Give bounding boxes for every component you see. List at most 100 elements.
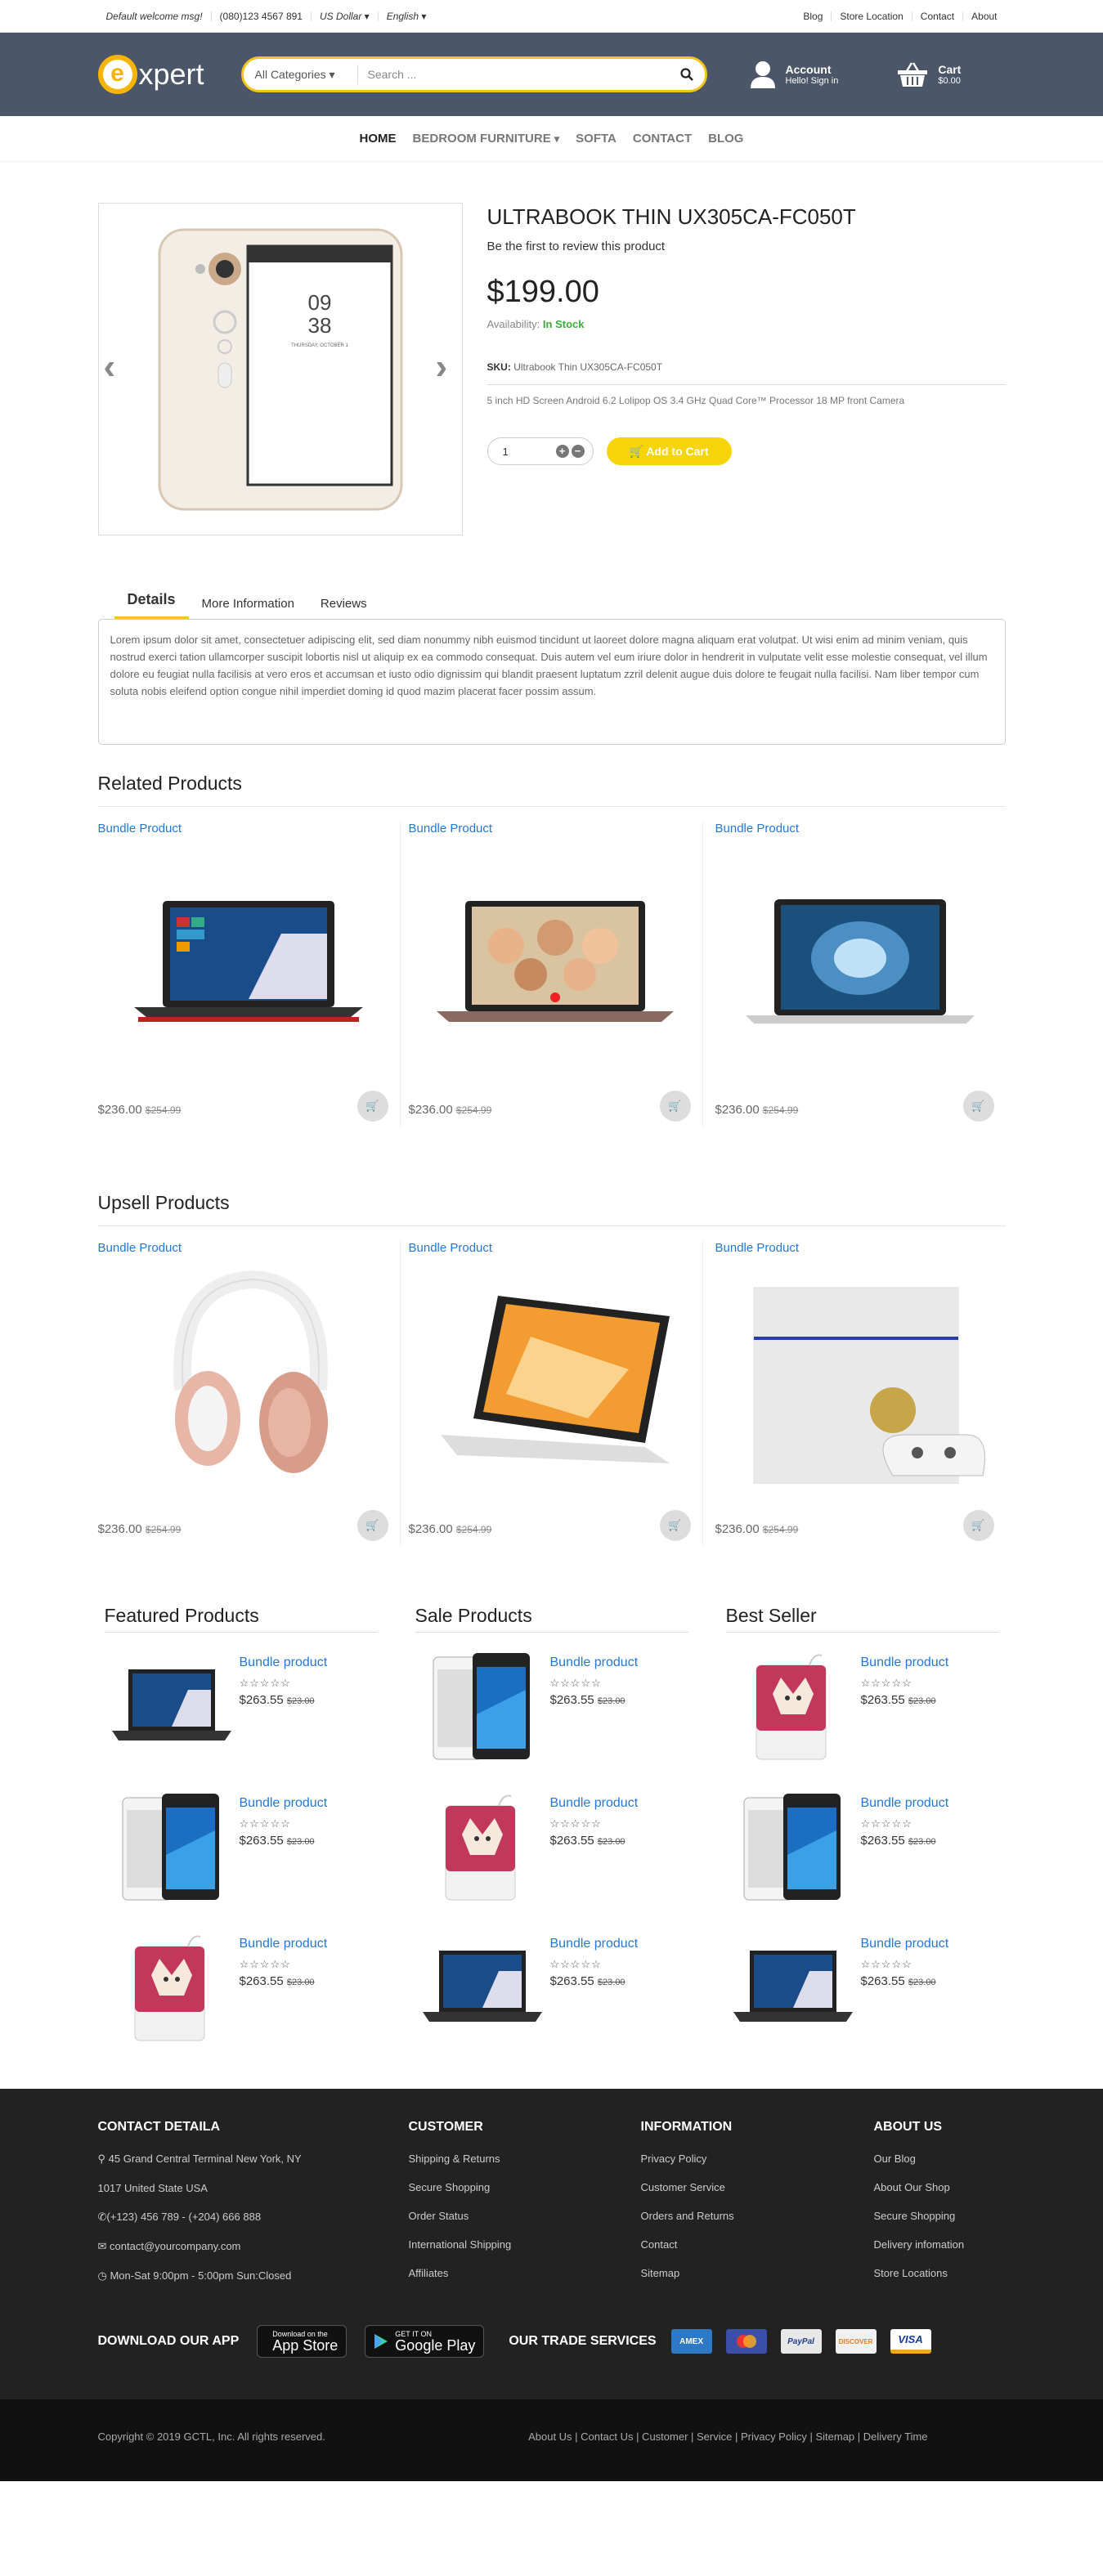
visa-icon: VISA [890,2329,931,2354]
gallery-next-arrow[interactable]: › [436,349,460,385]
bottom-links[interactable]: About Us | Contact Us | Customer | Servi… [528,2430,927,2443]
tab-reviews[interactable]: Reviews [307,597,380,619]
footer-link[interactable]: Sitemap [641,2267,874,2279]
nav-blog[interactable]: BLOG [708,132,743,146]
footer-link[interactable]: About Our Shop [874,2181,965,2193]
add-to-cart-button[interactable]: 🛒 Add to Cart [606,437,732,465]
footer-link[interactable]: Order Status [409,2210,641,2222]
add-to-cart-icon[interactable]: 🛒 [356,1091,388,1122]
product-name[interactable]: Bundle product [550,1796,639,1811]
best-seller-title: Best Seller [725,1605,999,1633]
language-dropdown[interactable]: English ▾ [377,11,435,21]
footer-link[interactable]: International Shipping [409,2238,641,2251]
product-name[interactable]: Bundle Product [715,822,1006,836]
macbook-image[interactable] [715,836,1006,1081]
map-marker-icon: ⚲ [97,2153,106,2165]
ps4-image[interactable] [715,1255,1006,1500]
headphones-image[interactable] [98,1255,400,1500]
minus-icon[interactable]: − [571,445,585,458]
logo[interactable]: e xpert [97,55,241,94]
bottom-bar: Copyright © 2019 GCTL, Inc. All rights r… [0,2399,1103,2481]
laptop-yoga-image[interactable] [409,1255,702,1500]
product-price: $263.55 $23.00 [549,1974,625,1988]
review-link[interactable]: Be the first to review this product [487,240,1006,253]
footer-link[interactable]: Orders and Returns [641,2210,874,2222]
laptop-image[interactable] [415,1930,550,2045]
cart-menu[interactable]: Cart $0.00 [897,61,961,87]
footer-link[interactable]: Secure Shopping [874,2210,965,2222]
product-name[interactable]: Bundle product [861,1796,949,1811]
powerbank-image[interactable] [726,1649,861,1763]
paypal-icon: PayPal [780,2329,822,2354]
nav-contact[interactable]: CONTACT [633,132,692,146]
product-price: $236.00 $254.99 [97,1522,182,1536]
cart-icon: 🛒 [629,445,643,458]
footer-link[interactable]: Affiliates [409,2267,641,2279]
nav-home[interactable]: HOME [360,132,397,146]
nav-softa[interactable]: SOFTA [576,132,617,146]
add-to-cart-icon[interactable]: 🛒 [356,1510,388,1541]
address-line-2: 1017 United State USA [97,2182,208,2194]
search-input[interactable]: Search ... [358,68,669,81]
product-name[interactable]: Bundle product [240,1937,328,1951]
nav-bedroom-furniture[interactable]: BEDROOM FURNITURE ▾ [413,132,560,146]
phones-image[interactable] [415,1649,550,1763]
phones-image[interactable] [726,1790,861,1904]
footer-link[interactable]: Privacy Policy [641,2153,874,2165]
add-to-cart-icon[interactable]: 🛒 [962,1510,994,1541]
about-link[interactable]: About [962,11,1005,21]
search-button[interactable] [669,59,705,90]
phones-image[interactable] [105,1790,240,1904]
footer-link[interactable]: Customer Service [641,2181,874,2193]
gallery-prev-arrow[interactable]: ‹ [104,349,128,385]
footer-link[interactable]: Delivery infomation [874,2238,965,2251]
product-name[interactable]: Bundle product [240,1655,328,1670]
powerbank-image[interactable] [105,1930,240,2045]
laptop-image[interactable] [105,1649,240,1763]
list-item: Bundle product ☆☆☆☆☆ $263.55 $23.00 [726,1773,999,1914]
play-icon [374,2334,388,2349]
footer-link[interactable]: Contact [641,2238,874,2251]
footer-link[interactable]: Secure Shopping [409,2181,641,2193]
account-menu[interactable]: Account Hello! Sign in [750,60,838,88]
footer-link[interactable]: Store Locations [874,2267,965,2279]
laptop-image[interactable] [726,1930,861,2045]
product-name[interactable]: Bundle product [861,1655,949,1670]
contact-link[interactable]: Contact [911,11,962,21]
product-name[interactable]: Bundle product [861,1937,949,1951]
footer-email[interactable]: ✉ contact@yourcompany.com [98,2240,409,2253]
google-play-badge[interactable]: GET IT ON Google Play [365,2325,485,2358]
footer-link[interactable]: Our Blog [874,2153,965,2165]
phone-icon: ✆ [97,2211,107,2223]
store-location-link[interactable]: Store Location [831,11,911,21]
product-name[interactable]: Bundle product [550,1655,639,1670]
tab-more-information[interactable]: More Information [189,597,307,619]
quantity-input[interactable]: 1 [503,446,509,458]
tab-details[interactable]: Details [114,591,189,619]
app-store-badge[interactable]: Download on the App Store [257,2325,347,2358]
rating-stars: ☆☆☆☆☆ [549,1677,602,1689]
search-category-dropdown[interactable]: All Categories ▾ [244,65,358,84]
list-item: Bundle product ☆☆☆☆☆ $263.55 $23.00 [726,1633,999,1773]
powerbank-image[interactable] [415,1790,550,1904]
product-name[interactable]: Bundle Product [98,1241,400,1255]
currency-dropdown[interactable]: US Dollar ▾ [310,11,378,21]
product-name[interactable]: Bundle product [240,1796,328,1811]
plus-icon[interactable]: + [555,445,569,458]
laptop-windows-image[interactable] [98,836,400,1081]
product-name[interactable]: Bundle Product [409,822,702,836]
product-name[interactable]: Bundle product [550,1937,639,1951]
footer-link[interactable]: Shipping & Returns [409,2153,641,2165]
add-to-cart-icon[interactable]: 🛒 [962,1091,994,1122]
discover-icon: DISCOVER [835,2329,877,2354]
address-line-1: ⚲ 45 Grand Central Terminal New York, NY [97,2153,302,2165]
product-name[interactable]: Bundle Product [409,1241,702,1255]
product-price: $263.55 $23.00 [549,1693,625,1707]
add-to-cart-icon[interactable]: 🛒 [659,1510,691,1541]
blog-link[interactable]: Blog [795,11,831,21]
product-name[interactable]: Bundle Product [98,822,400,836]
add-to-cart-icon[interactable]: 🛒 [659,1091,691,1122]
laptop-asus-image[interactable] [409,836,702,1081]
product-name[interactable]: Bundle Product [715,1241,1006,1255]
quantity-stepper: 1 + − [486,437,594,465]
